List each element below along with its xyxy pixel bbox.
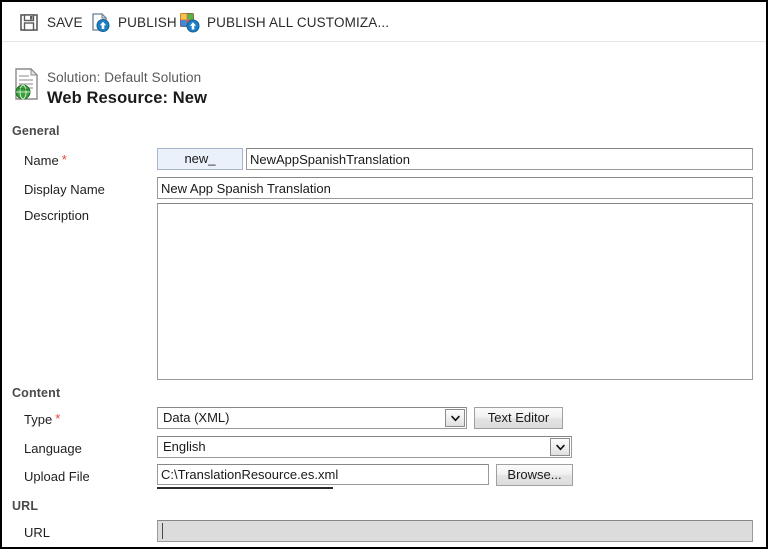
url-input-disabled [157, 520, 753, 542]
description-label: Description [24, 208, 90, 223]
publish-all-customizations-button[interactable]: PUBLISH ALL CUSTOMIZA... [178, 10, 389, 34]
web-resource-form: General Name* new_ Display Name Descript… [2, 114, 766, 547]
section-header-content: Content [12, 386, 61, 400]
name-input[interactable] [246, 148, 753, 170]
save-button-label: SAVE [47, 14, 83, 30]
language-select-value: English [163, 439, 206, 454]
name-prefix-readonly: new_ [157, 148, 243, 170]
type-label: Type * [24, 411, 61, 427]
name-required-asterisk: * [61, 152, 67, 167]
chevron-down-icon[interactable] [445, 409, 465, 427]
type-select-value: Data (XML) [163, 410, 230, 425]
form-heading: Solution: Default Solution Web Resource:… [2, 42, 766, 114]
language-select[interactable]: English [157, 436, 572, 458]
display-name-label: Display Name [24, 182, 105, 197]
publish-button-label: PUBLISH [118, 14, 177, 30]
upload-file-input[interactable] [157, 464, 489, 485]
name-label: Name * [24, 152, 67, 168]
section-header-url: URL [12, 499, 39, 513]
text-editor-button[interactable]: Text Editor [474, 407, 563, 429]
save-button[interactable]: SAVE [18, 10, 83, 34]
chevron-down-icon[interactable] [550, 438, 570, 456]
description-textarea[interactable] [157, 203, 753, 380]
save-floppy-icon [18, 11, 40, 33]
solution-breadcrumb: Solution: Default Solution [47, 70, 202, 85]
browse-button[interactable]: Browse... [496, 464, 573, 486]
web-resource-form-window: SAVE PUBLISH PUBLISH ALL CUSTOMIZA... So… [0, 0, 768, 549]
display-name-input[interactable] [157, 177, 753, 199]
page-title: Web Resource: New [47, 89, 208, 107]
language-label: Language [24, 441, 82, 456]
publish-all-customizations-button-label: PUBLISH ALL CUSTOMIZA... [207, 14, 390, 30]
publish-button[interactable]: PUBLISH [89, 10, 177, 34]
command-bar: SAVE PUBLISH PUBLISH ALL CUSTOMIZA... [2, 2, 766, 42]
publish-icon [89, 11, 111, 33]
upload-file-label: Upload File [24, 469, 90, 484]
type-required-asterisk: * [55, 411, 61, 426]
upload-file-dirty-underline [157, 487, 333, 489]
url-label: URL [24, 525, 51, 540]
type-select[interactable]: Data (XML) [157, 407, 467, 429]
url-text-caret [162, 523, 163, 539]
web-resource-document-globe-icon [14, 67, 42, 100]
section-header-general: General [12, 124, 60, 138]
publish-all-customizations-icon [178, 11, 200, 33]
